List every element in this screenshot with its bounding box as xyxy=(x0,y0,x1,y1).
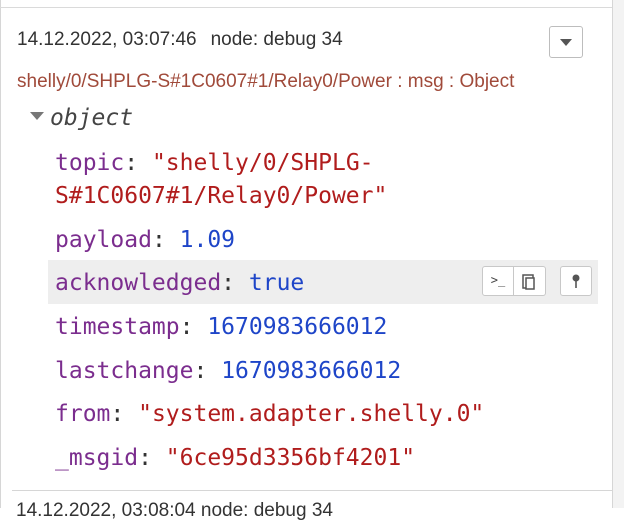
next-message-meta: 14.12.2022, 03:08:04 node: debug 34 xyxy=(16,500,333,521)
expand-triangle-icon xyxy=(30,111,44,120)
prop-value: "shelly/0/SHPLG- xyxy=(151,150,374,176)
prop-value-continued: S#1C0607#1/Relay0/Power" xyxy=(55,183,388,209)
prop-value: "6ce95d3356bf4201" xyxy=(165,445,416,471)
prop-key: payload xyxy=(55,227,152,253)
copy-value-button[interactable] xyxy=(514,266,546,296)
scrollbar-track[interactable] xyxy=(612,0,624,508)
prop-key: from xyxy=(55,401,111,427)
prop-row-msgid[interactable]: _msgid: "6ce95d3356bf4201" xyxy=(55,441,415,475)
terminal-icon: >_ xyxy=(490,273,506,287)
prop-row-topic-continued: S#1C0607#1/Relay0/Power" xyxy=(55,179,387,213)
prop-row-lastchange[interactable]: lastchange: 1670983666012 xyxy=(55,354,401,388)
message-topic: shelly/0/SHPLG-S#1C0607#1/Relay0/Power :… xyxy=(17,71,515,92)
pin-icon xyxy=(572,274,580,288)
prop-row-acknowledged[interactable]: acknowledged: true xyxy=(55,266,304,300)
prop-row-from[interactable]: from: "system.adapter.shelly.0" xyxy=(55,397,484,431)
caret-down-icon xyxy=(560,39,572,46)
prop-row-timestamp[interactable]: timestamp: 1670983666012 xyxy=(55,310,387,344)
prop-key: lastchange xyxy=(55,358,194,384)
prop-value: 1670983666012 xyxy=(207,314,388,340)
prop-value: true xyxy=(248,270,305,296)
previous-message-divider xyxy=(0,0,612,8)
message-divider xyxy=(12,490,612,491)
prop-key: acknowledged xyxy=(55,270,222,296)
prop-key: _msgid xyxy=(55,445,139,471)
prop-value: 1670983666012 xyxy=(221,358,402,384)
prop-key: topic xyxy=(55,150,125,176)
prop-value: "system.adapter.shelly.0" xyxy=(138,401,485,427)
message-menu-button[interactable] xyxy=(549,26,583,58)
object-toggle[interactable]: object xyxy=(30,105,133,131)
message-meta: 14.12.2022, 03:07:46 node: debug 34 xyxy=(17,29,343,51)
prop-row-topic[interactable]: topic: "shelly/0/SHPLG- xyxy=(55,146,374,180)
copy-path-button[interactable]: >_ xyxy=(482,266,514,296)
object-label: object xyxy=(50,105,134,131)
message-node-link[interactable]: node: debug 34 xyxy=(211,29,343,50)
prop-value: 1.09 xyxy=(179,227,236,253)
prop-row-payload[interactable]: payload: 1.09 xyxy=(55,223,235,257)
clipboard-icon xyxy=(522,274,535,290)
pin-value-button[interactable] xyxy=(560,266,592,296)
message-timestamp: 14.12.2022, 03:07:46 xyxy=(17,29,197,50)
prop-key: timestamp xyxy=(55,314,180,340)
